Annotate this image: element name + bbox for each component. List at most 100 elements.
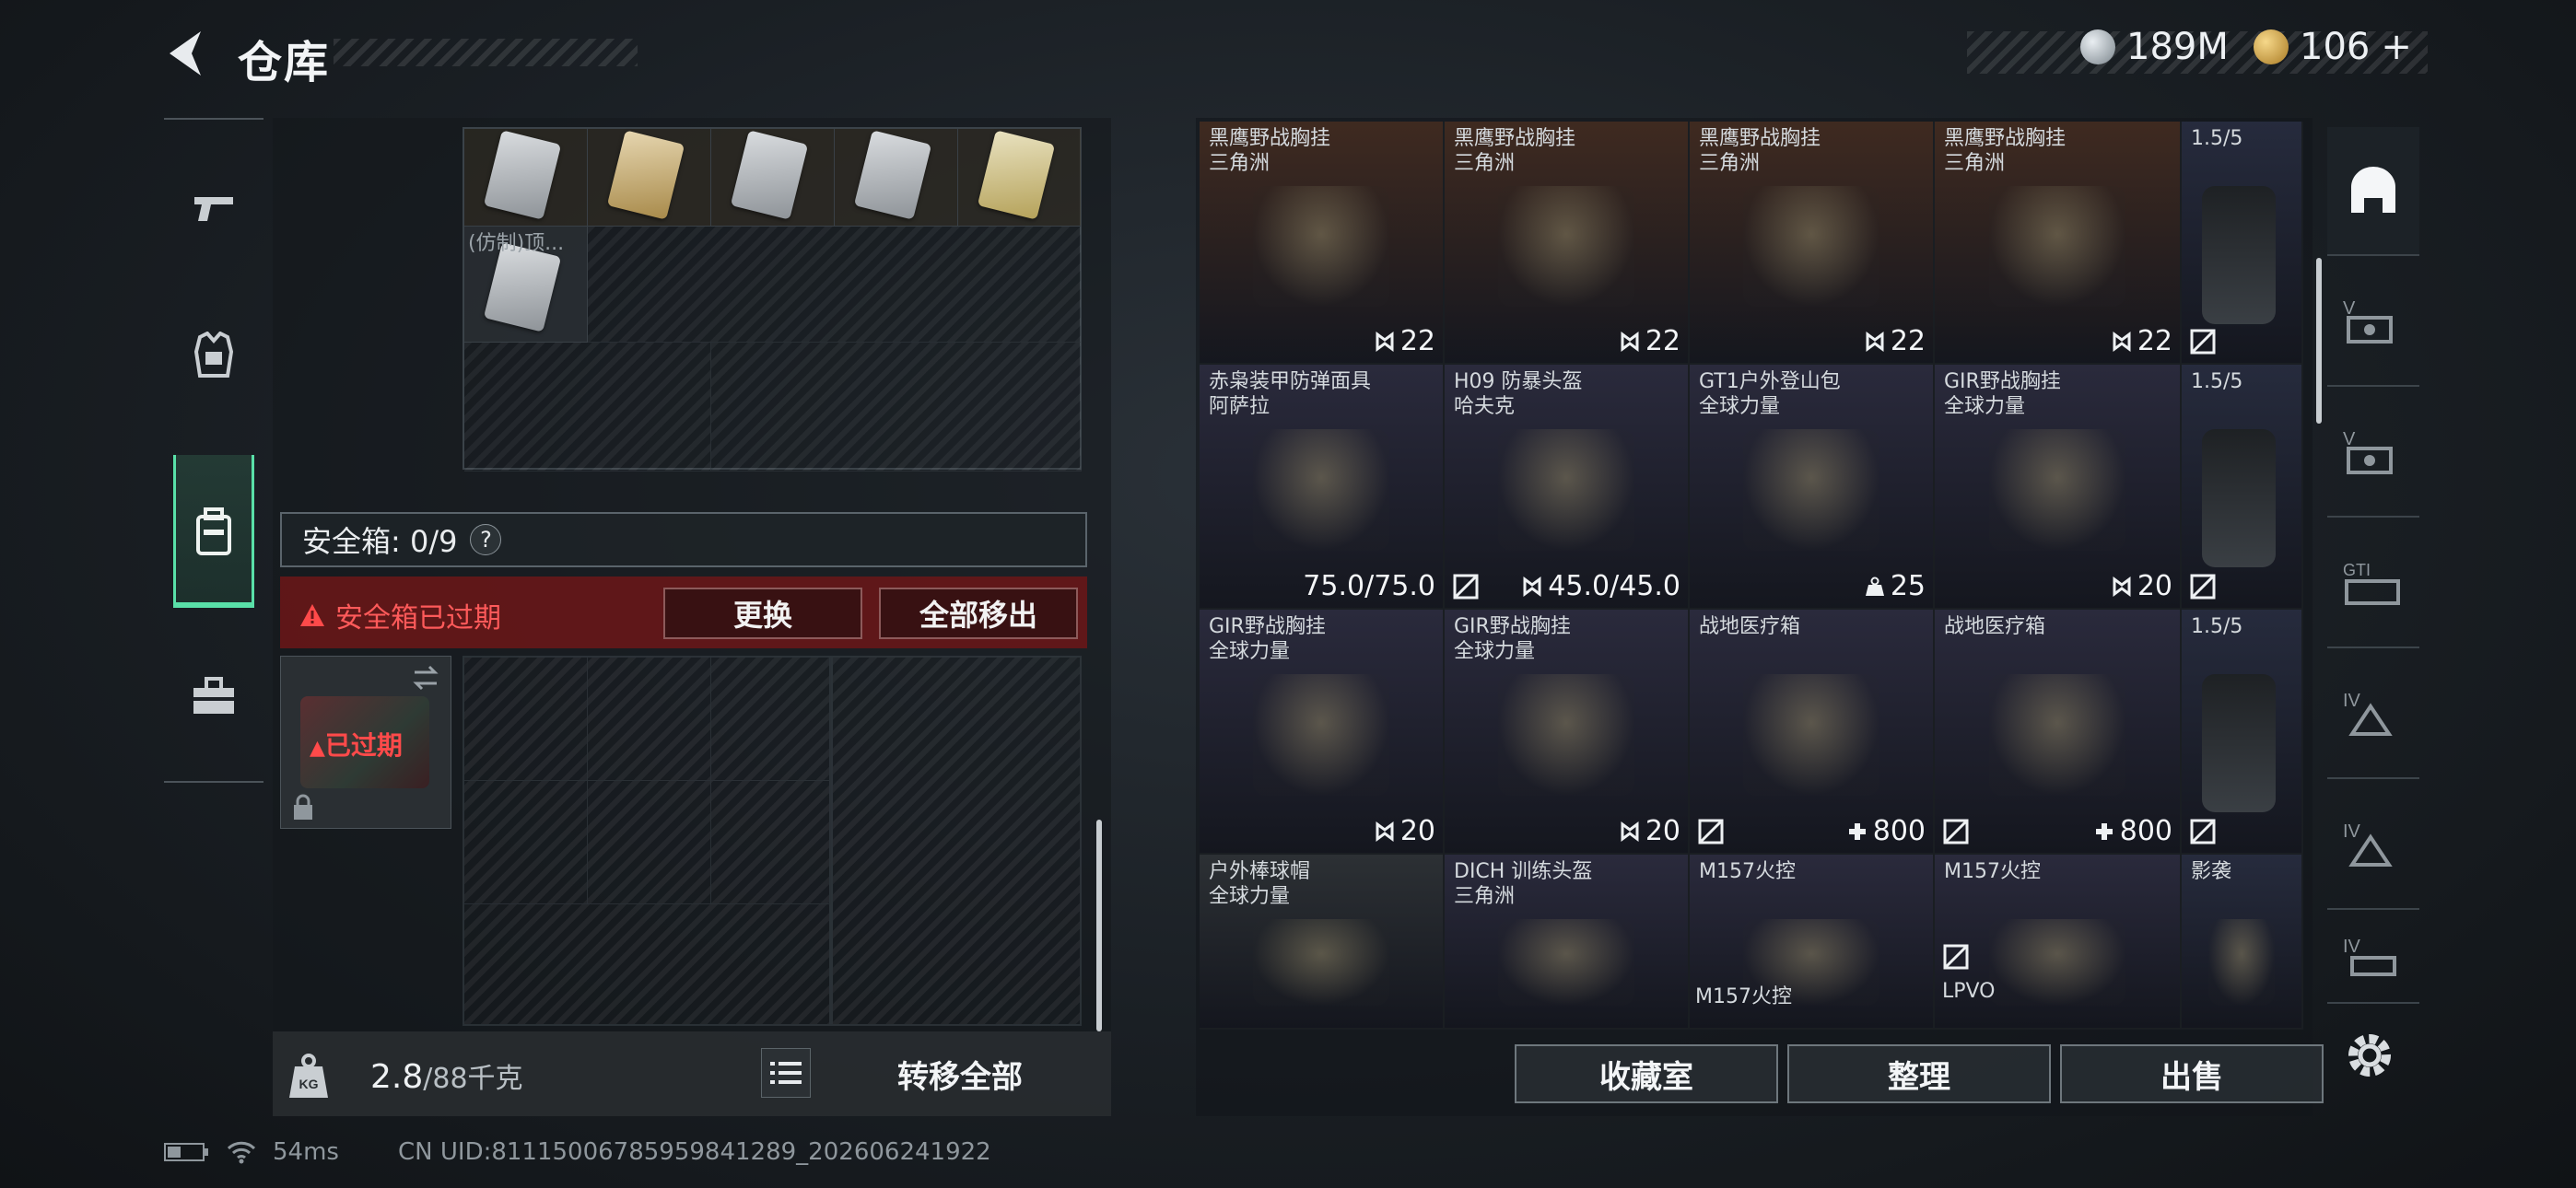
filter-level-v-1[interactable]: V (2327, 258, 2419, 387)
category-backpack[interactable] (173, 455, 254, 608)
svg-text:V: V (2343, 298, 2356, 319)
item-name: M157火控 (1699, 860, 1796, 883)
not-equippable-marker (2189, 328, 2219, 355)
category-weapons[interactable] (164, 134, 263, 282)
item-tile[interactable]: 黑鹰野战胸挂 三角洲 22 (1690, 122, 1935, 365)
not-equippable-icon (2190, 574, 2216, 600)
item-name: 黑鹰野战胸挂 三角洲 (1699, 127, 1821, 175)
category-tools[interactable] (164, 623, 263, 770)
item-tile[interactable]: 1.5/5 (2182, 122, 2303, 365)
svg-text:V: V (2343, 429, 2356, 449)
item-image (1498, 919, 1634, 1006)
item-name: 战地医疗箱 (1944, 615, 2046, 638)
item-name: 户外棒球帽 全球力量 (1209, 860, 1311, 908)
item-tile[interactable]: 黑鹰野战胸挂 三角洲 22 (1445, 122, 1690, 365)
item-tile[interactable]: GIR野战胸挂 全球力量 20 (1200, 610, 1445, 855)
item-name: 黑鹰野战胸挂 三角洲 (1944, 127, 2067, 175)
item-stat: 45.0/45.0 (1522, 570, 1680, 602)
item-image (1988, 674, 2126, 796)
item-image (1743, 429, 1879, 551)
item-stat: 25 (1865, 570, 1926, 602)
item-image (2202, 674, 2276, 812)
item-image (1988, 429, 2126, 551)
item-stat: 22 (1620, 325, 1680, 357)
iv-level-icon: IV (2343, 937, 2396, 976)
item-image (1988, 919, 2126, 1006)
safe-box-grid-right (831, 656, 1082, 1026)
filter-level-iv-1[interactable]: IV (2327, 650, 2419, 779)
item-tile[interactable]: 1.5/5 (2182, 365, 2303, 610)
capacity-icon (1866, 331, 1884, 352)
list-view-button[interactable] (761, 1048, 811, 1098)
not-equippable-marker (2189, 573, 2219, 600)
item-stat: 75.0/75.0 (1303, 570, 1435, 602)
filter-level-v-2[interactable]: V (2327, 389, 2419, 518)
item-stat: 22 (1865, 325, 1926, 357)
back-button[interactable] (164, 28, 208, 79)
filter-all[interactable] (2327, 127, 2419, 256)
currency-premium[interactable]: 106 + (2254, 26, 2412, 68)
item-stat: 22 (2112, 325, 2172, 357)
item-tile[interactable]: 战地医疗箱 800 (1935, 610, 2182, 855)
item-name: 黑鹰野战胸挂 三角洲 (1454, 127, 1576, 175)
expired-text: 安全箱已过期 (335, 602, 501, 635)
item-name: 黑鹰野战胸挂 三角洲 (1209, 127, 1331, 175)
item-name-partial: M157火控 (1695, 985, 1792, 1008)
settings-gear-icon[interactable] (2340, 1026, 2399, 1085)
sell-button[interactable]: 出售 (2060, 1044, 2324, 1103)
item-tile[interactable]: 赤枭装甲防弹面具 阿萨拉 75.0/75.0 (1200, 365, 1445, 610)
safe-box-grid (463, 656, 831, 1026)
swap-icon[interactable] (411, 665, 440, 691)
v-level-icon: V (2343, 298, 2393, 344)
transfer-all-button[interactable]: 转移全部 (859, 1048, 1061, 1100)
armor-vest-icon (193, 332, 234, 378)
item-tile[interactable]: GIR野战胸挂 全球力量 20 (1935, 365, 2182, 610)
item-stat: 800 (2094, 815, 2172, 847)
item-tile[interactable]: M157火控 (1935, 855, 2182, 1030)
container-grid-top (463, 127, 1082, 472)
capacity-icon (2113, 331, 2131, 352)
item-name: GIR野战胸挂 全球力量 (1944, 370, 2061, 418)
organize-button[interactable]: 整理 (1787, 1044, 2051, 1103)
filter-level-gt[interactable]: GTI (2327, 519, 2419, 648)
triangle-coin-icon (2254, 29, 2289, 64)
item-tile[interactable]: 户外棒球帽 全球力量 (1200, 855, 1445, 1030)
filter-level-iv-3[interactable]: IV (2327, 912, 2419, 1004)
item-image (1253, 674, 1389, 796)
item-image (1253, 919, 1389, 1006)
item-name: 影袭 (2191, 860, 2232, 883)
ping: 54ms (273, 1138, 339, 1166)
item-tile[interactable]: GT1户外登山包 全球力量 25 (1690, 365, 1935, 610)
remove-all-button[interactable]: 全部移出 (879, 588, 1078, 639)
weight-current: 2.8 (370, 1058, 424, 1096)
item-tile[interactable]: 战地医疗箱 800 (1690, 610, 1935, 855)
item-tile[interactable]: DICH 训练头盔 三角洲 (1445, 855, 1690, 1030)
item-name: GIR野战胸挂 全球力量 (1454, 615, 1571, 663)
item-image (1253, 429, 1389, 551)
svg-text:GTI: GTI (2343, 561, 2371, 579)
not-equippable-marker (1452, 573, 1481, 600)
capacity-icon (2113, 576, 2131, 597)
warehouse-scrollbar[interactable] (2316, 258, 2322, 424)
item-tile[interactable]: 黑鹰野战胸挂 三角洲 22 (1200, 122, 1445, 365)
item-image (2202, 429, 2276, 567)
item-image (1743, 674, 1879, 796)
item-image (1498, 429, 1634, 551)
item-tile[interactable]: H09 防暴头盔 哈夫克 45.0/45.0 (1445, 365, 1690, 610)
safe-box-header: 安全箱: 0/9 ? (280, 512, 1087, 567)
not-equippable-icon (2190, 329, 2216, 355)
item-tile[interactable]: 影袭 (2182, 855, 2303, 1030)
category-armor[interactable] (164, 282, 263, 429)
item-image (1988, 186, 2126, 307)
helmet-icon (2351, 167, 2395, 213)
item-tile[interactable]: GIR野战胸挂 全球力量 20 (1445, 610, 1690, 855)
item-tile[interactable]: 1.5/5 (2182, 610, 2303, 855)
replace-button[interactable]: 更换 (663, 588, 862, 639)
help-icon[interactable]: ? (470, 524, 502, 555)
filter-level-iv-2[interactable]: IV (2327, 781, 2419, 910)
add-currency-icon[interactable]: + (2381, 26, 2412, 68)
item-tile[interactable]: 黑鹰野战胸挂 三角洲 22 (1935, 122, 2182, 365)
stash-scrollbar[interactable] (1096, 820, 1102, 1031)
heal-plus-icon (2095, 822, 2113, 840)
collection-room-button[interactable]: 收藏室 (1515, 1044, 1778, 1103)
